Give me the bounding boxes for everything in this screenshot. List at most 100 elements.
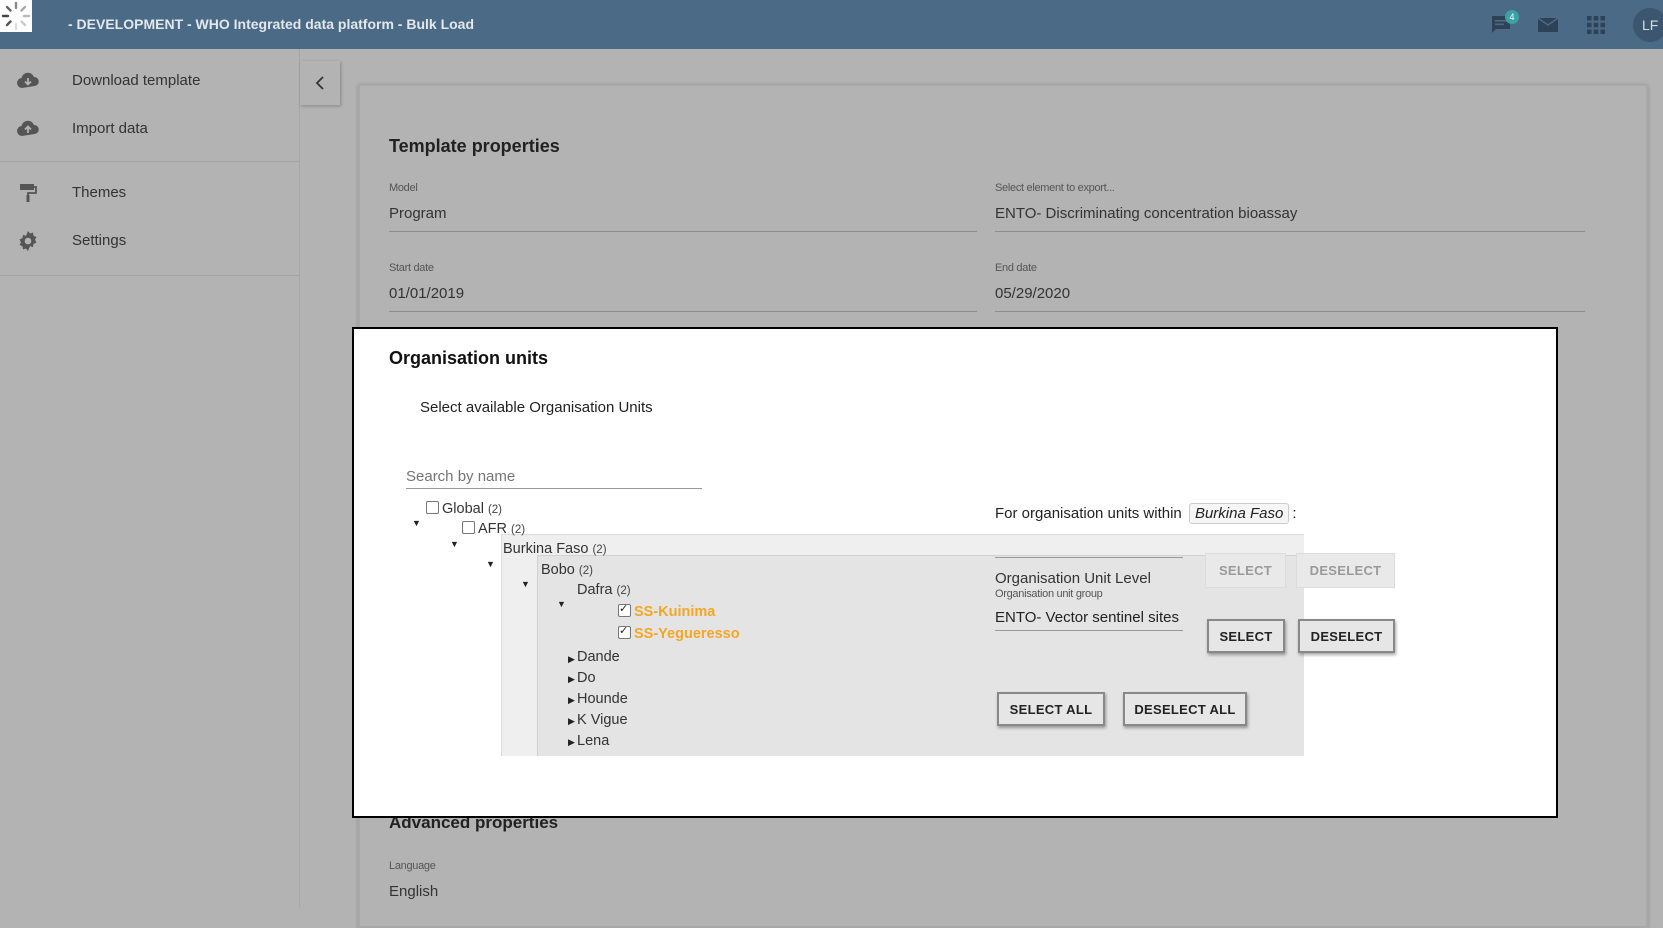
within-suffix: : (1292, 505, 1297, 522)
group-select-underline (995, 630, 1183, 631)
apps-grid-icon[interactable] (1584, 13, 1608, 37)
org-unit-group-label: Organisation unit group (995, 588, 1103, 600)
tree-node-count: (2) (511, 524, 526, 536)
tree-node-label: Global (442, 501, 484, 517)
cloud-upload-icon (16, 117, 40, 141)
tree-node-label: Lena (577, 733, 610, 749)
tree-node-label: Dande (577, 649, 620, 665)
org-units-subtitle: Select available Organisation Units (420, 399, 653, 416)
expand-arrow-icon[interactable]: ▼ (414, 518, 421, 528)
start-date-label: Start date (389, 262, 434, 274)
org-unit-group-select[interactable]: ENTO- Vector sentinel sites (995, 609, 1179, 626)
element-select[interactable]: ENTO- Discriminating concentration bioas… (995, 205, 1297, 222)
within-text: For organisation units within Burkina Fa… (995, 503, 1296, 524)
tree-node-hounde[interactable]: Hounde (577, 691, 628, 707)
tree-node-label: Do (577, 670, 596, 686)
tree-checkbox-checked[interactable] (618, 602, 631, 617)
cloud-download-icon (16, 69, 40, 93)
section-title: Template properties (389, 136, 560, 156)
collapsed-arrow-icon[interactable]: ▶ (568, 695, 575, 706)
tree-node-label: SS-Yegueresso (634, 626, 740, 642)
gear-icon (16, 229, 40, 253)
tree-node-ss-yegueresso[interactable]: SS-Yegueresso (618, 624, 740, 642)
collapsed-arrow-icon[interactable]: ▶ (568, 674, 575, 685)
top-app-bar: - DEVELOPMENT - WHO Integrated data plat… (0, 0, 1663, 49)
tree-node-count: (2) (578, 565, 593, 577)
tree-node-afr[interactable]: AFR (2) (462, 521, 525, 537)
within-prefix: For organisation units within (995, 505, 1182, 522)
tree-node-burkina-faso[interactable]: Burkina Faso (2) (503, 541, 607, 557)
tree-node-label: SS-Kuinima (634, 604, 716, 620)
tree-node-do[interactable]: Do (577, 670, 596, 686)
deselect-all-button[interactable]: DESELECT ALL (1123, 692, 1247, 726)
model-select[interactable]: Program (389, 205, 447, 222)
expand-arrow-icon[interactable]: ▼ (486, 559, 495, 569)
sidebar-divider (0, 275, 299, 276)
tree-node-label: Hounde (577, 691, 628, 707)
sidebar-item-label: Settings (72, 232, 127, 249)
sidebar-item-download-template[interactable]: Download template (0, 59, 299, 103)
end-date-label: End date (995, 262, 1037, 274)
expand-arrow-icon[interactable]: ▼ (521, 579, 530, 589)
group-deselect-button[interactable]: DESELECT (1298, 619, 1395, 653)
collapsed-arrow-icon[interactable]: ▶ (568, 737, 575, 748)
within-chip: Burkina Faso (1188, 503, 1290, 524)
collapsed-arrow-icon[interactable]: ▶ (568, 716, 575, 727)
tree-node-label: Burkina Faso (503, 541, 589, 557)
sidebar-item-label: Themes (72, 184, 127, 201)
tree-node-label: Dafra (577, 582, 613, 598)
tree-node-k-vigue[interactable]: K Vigue (577, 712, 628, 728)
org-unit-level-select[interactable]: Organisation Unit Level (995, 570, 1151, 587)
tree-node-ss-kuinima[interactable]: SS-Kuinima (618, 602, 716, 620)
paint-roller-icon (16, 181, 40, 205)
level-select-button[interactable]: SELECT (1205, 553, 1286, 588)
end-date-underline (995, 311, 1585, 312)
level-select-underline (995, 557, 1183, 558)
loading-spinner-icon (0, 0, 32, 32)
tree-node-dafra[interactable]: Dafra (2) (577, 582, 631, 598)
sidebar-item-label: Import data (72, 120, 148, 137)
tree-checkbox-checked[interactable] (618, 624, 631, 639)
expand-arrow-icon[interactable]: ▼ (450, 539, 459, 549)
element-label: Select element to export... (995, 182, 1115, 194)
select-all-button[interactable]: SELECT ALL (997, 692, 1105, 726)
sidebar-divider (0, 161, 299, 162)
level-deselect-button[interactable]: DESELECT (1296, 553, 1395, 588)
tree-node-global[interactable]: Global (2) (426, 501, 502, 517)
app-title: - DEVELOPMENT - WHO Integrated data plat… (68, 16, 475, 32)
tree-node-label: K Vigue (577, 712, 628, 728)
organisation-units-panel: Organisation units Select available Orga… (352, 327, 1558, 818)
end-date-field[interactable]: 05/29/2020 (995, 285, 1070, 302)
language-label: Language (389, 860, 436, 872)
collapsed-arrow-icon[interactable]: ▶ (568, 654, 575, 665)
tree-node-count: (2) (487, 504, 503, 516)
search-input[interactable] (406, 464, 702, 489)
tree-node-label: AFR (478, 521, 507, 537)
sidebar-item-themes[interactable]: Themes (0, 171, 299, 215)
model-label: Model (389, 182, 418, 194)
element-underline (995, 231, 1585, 232)
tree-checkbox[interactable] (426, 501, 439, 514)
group-select-button[interactable]: SELECT (1207, 619, 1285, 653)
org-units-title: Organisation units (389, 348, 549, 368)
expand-arrow-icon[interactable]: ▼ (557, 599, 566, 609)
sidebar-item-settings[interactable]: Settings (0, 219, 299, 263)
sidebar: Download template Import data Themes Set… (0, 49, 300, 907)
tree-checkbox[interactable] (462, 521, 475, 534)
sidebar-item-label: Download template (72, 72, 201, 89)
chevron-left-icon (312, 73, 328, 98)
tree-node-lena[interactable]: Lena (577, 733, 609, 749)
sidebar-collapse-button[interactable] (300, 61, 340, 105)
sidebar-item-import-data[interactable]: Import data (0, 107, 299, 151)
start-date-field[interactable]: 01/01/2019 (389, 285, 464, 302)
mail-icon[interactable] (1536, 13, 1560, 37)
tree-node-label: Bobo (541, 562, 575, 578)
tree-node-dande[interactable]: Dande (577, 649, 620, 665)
language-select[interactable]: English (389, 883, 438, 900)
tree-node-bobo[interactable]: Bobo (2) (541, 562, 593, 578)
notification-badge: 4 (1505, 10, 1519, 24)
avatar[interactable]: LF (1633, 8, 1663, 42)
tree-node-count: (2) (616, 585, 631, 597)
start-date-underline (389, 311, 977, 312)
model-underline (389, 231, 977, 232)
